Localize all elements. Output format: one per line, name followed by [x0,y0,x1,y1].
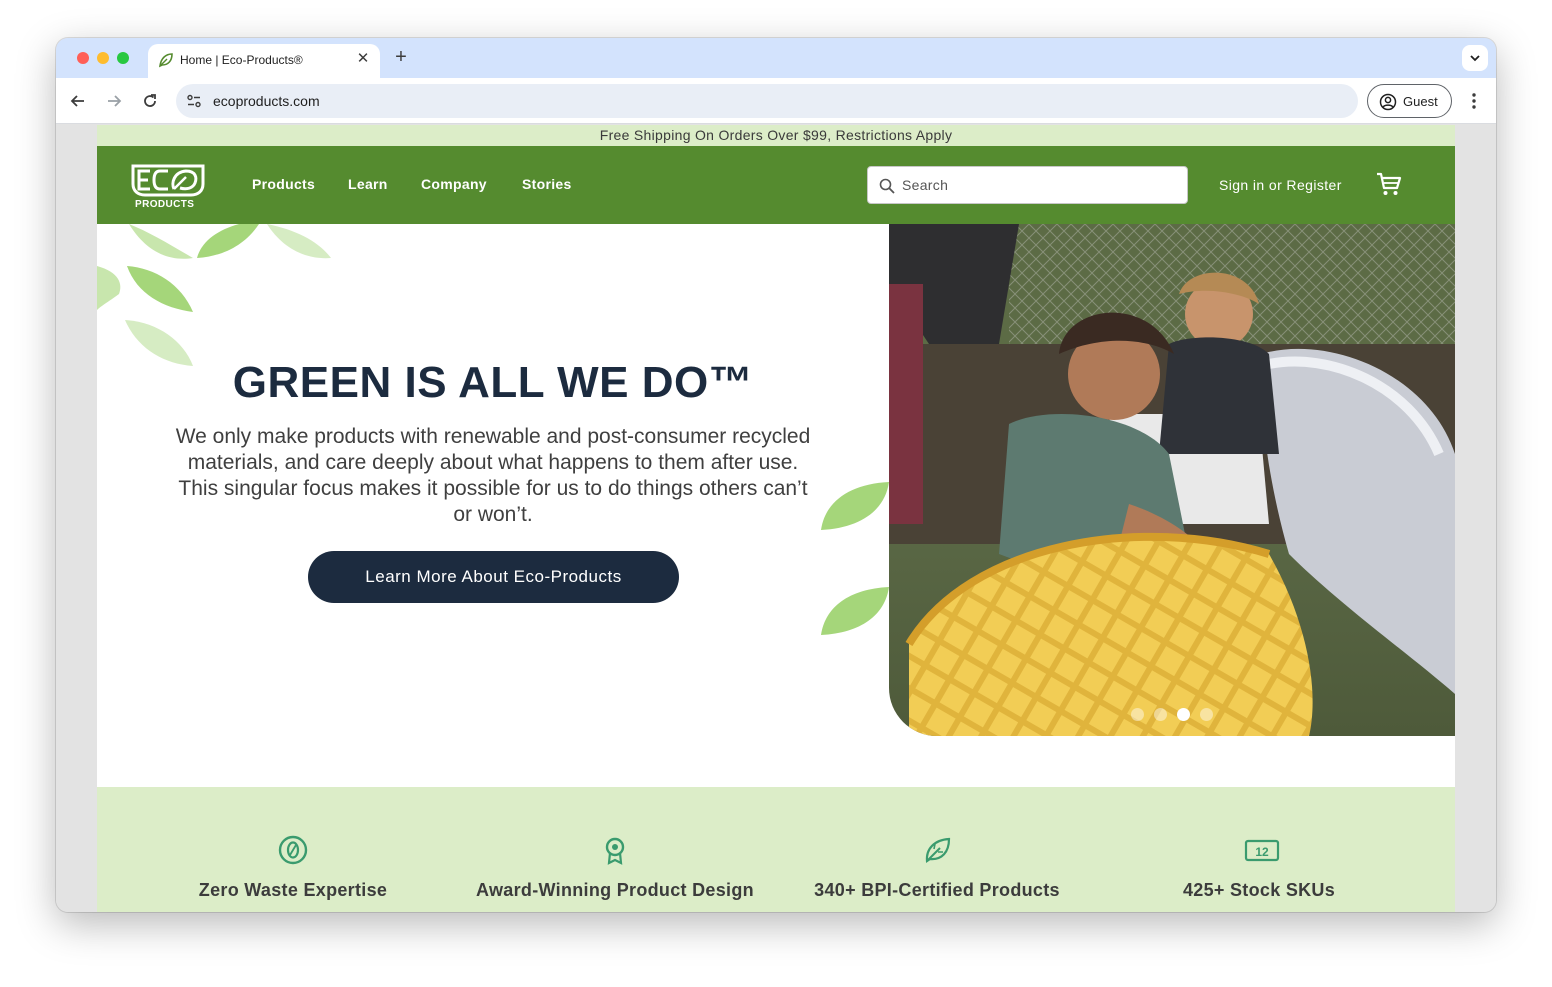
decorative-leaves-right-icon [821,482,889,635]
svg-text:12: 12 [1255,845,1269,859]
browser-window: Home | Eco-Products® ✕ + ecoproducts.com… [56,38,1496,912]
hero-photo [889,224,1455,736]
profile-button[interactable]: Guest [1367,84,1452,118]
feature-label: Zero Waste Expertise [198,880,388,900]
sku-box-icon: 12 [1244,839,1280,862]
browser-toolbar: ecoproducts.com Guest [56,78,1496,124]
hero-description: We only make products with renewable and… [175,425,811,526]
feature-bpi-certified: 340+ BPI-Certified Products [767,787,1107,912]
cart-icon[interactable] [1375,170,1403,198]
search-box[interactable] [867,166,1188,204]
profile-icon [1379,93,1397,111]
carousel-dot-4[interactable] [1200,708,1213,721]
promo-banner[interactable]: Free Shipping On Orders Over $99, Restri… [97,125,1455,146]
maximize-window-button[interactable] [117,52,129,64]
tab-title: Home | Eco-Products® [180,53,303,67]
search-input[interactable] [902,167,1182,203]
leaf-certified-icon [925,837,951,863]
hero-section: GREEN IS ALL WE DO™ We only make product… [97,224,1455,787]
site-page: Free Shipping On Orders Over $99, Restri… [97,125,1455,912]
reload-icon[interactable] [139,90,161,112]
address-bar[interactable]: ecoproducts.com [176,84,1358,118]
nav-learn[interactable]: Learn [348,176,388,192]
leaf-favicon-icon [159,53,173,68]
carousel-dot-3[interactable] [1177,708,1190,721]
new-tab-button[interactable]: + [390,46,412,68]
zero-icon [278,835,308,865]
feature-label: Award-Winning Product Design [476,880,754,900]
profile-label: Guest [1403,94,1438,109]
decorative-leaves-icon [97,224,331,366]
sign-in-register-link[interactable]: Sign in or Register [1219,177,1342,193]
carousel-dots [1131,708,1221,722]
feature-award-winning: Award-Winning Product Design [445,787,785,912]
feature-stock-skus: 12 425+ Stock SKUs [1089,787,1429,912]
page-viewport: Free Shipping On Orders Over $99, Restri… [56,125,1496,912]
learn-more-button[interactable]: Learn More About Eco-Products [308,551,679,603]
features-strip: Zero Waste Expertise Award-Winning Produ… [97,787,1455,912]
feature-zero-waste: Zero Waste Expertise [123,787,463,912]
logo-wordmark: PRODUCTS [135,199,195,210]
feature-label: 340+ BPI-Certified Products [814,880,1060,900]
close-window-button[interactable] [77,52,89,64]
nav-products[interactable]: Products [252,176,315,192]
nav-company[interactable]: Company [421,176,487,192]
tab-home[interactable]: Home | Eco-Products® ✕ [148,44,380,78]
carousel-dot-1[interactable] [1131,708,1144,721]
search-icon [879,178,895,194]
forward-arrow-icon[interactable] [103,90,125,112]
hero-title: GREEN IS ALL WE DO™ [232,358,754,407]
tab-strip: Home | Eco-Products® ✕ + [56,38,1496,78]
tab-close-icon[interactable]: ✕ [354,50,372,68]
tab-search-button[interactable] [1462,45,1488,71]
feature-label: 425+ Stock SKUs [1182,880,1336,900]
site-settings-icon[interactable] [186,93,202,109]
hero-photo-illustration [889,224,1455,736]
site-header: PRODUCTS Products Learn Company Stories … [97,146,1455,224]
chevron-down-icon [1470,55,1480,62]
back-arrow-icon[interactable] [67,90,89,112]
minimize-window-button[interactable] [97,52,109,64]
award-icon [605,837,625,865]
carousel-dot-2[interactable] [1154,708,1167,721]
more-options-icon[interactable] [1464,91,1484,111]
url-text: ecoproducts.com [213,93,320,109]
nav-stories[interactable]: Stories [522,176,572,192]
